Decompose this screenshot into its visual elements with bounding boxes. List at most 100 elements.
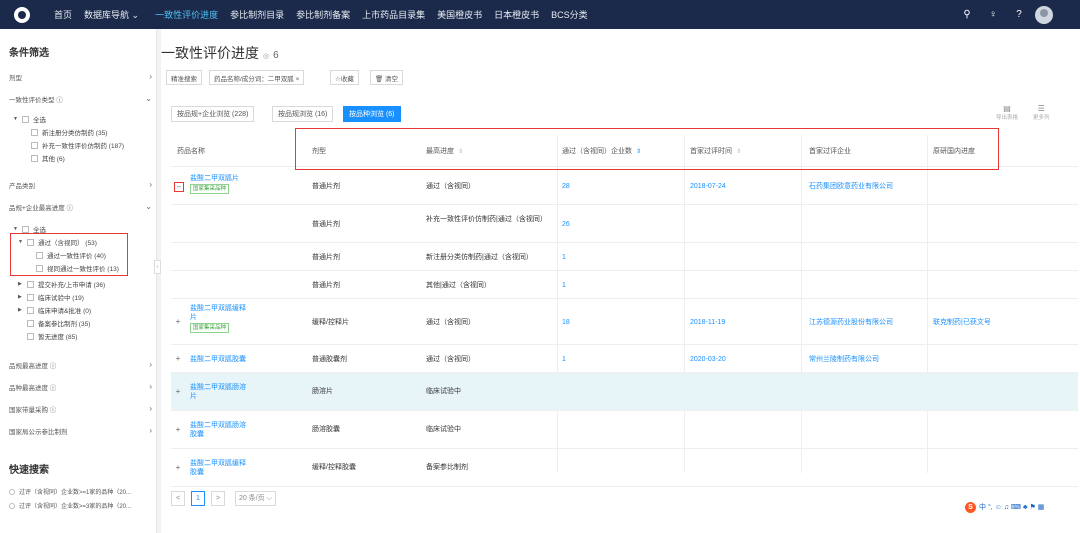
eval-item[interactable]: 其他 (6) (31, 153, 65, 163)
drug-name-link[interactable]: 盐酸二甲双胍胶囊 (190, 355, 246, 364)
nav-reference-catalog[interactable]: 参比制剂目录 (230, 8, 284, 21)
drug-name-link[interactable]: 盐酸二甲双胍肠溶胶囊 (190, 421, 252, 439)
expand-row-icon[interactable]: + (174, 317, 182, 326)
table-icon: ▤ (1003, 104, 1011, 113)
table-row[interactable]: + 盐酸二甲双胍胶囊 普通胶囊剂 通过（含视同） 1 2020-03-20 常州… (171, 345, 1078, 373)
filter-variety-progress[interactable]: 品种最高进度 ⓘ › (9, 382, 152, 392)
expand-row-icon[interactable]: + (174, 387, 182, 396)
expand-row-icon[interactable]: + (174, 354, 182, 363)
page-title: 一致性评价进度 ◎ 6 (161, 45, 279, 61)
quick-search-item[interactable]: 过评（含视同）企业数>=3家的品种（20... (9, 501, 131, 510)
page-size-select[interactable]: 20 条/页 ⌵ (235, 490, 276, 506)
ime-toolbar[interactable]: S 中 °, ☺ ♫ ⌨ ♣ ⚑ ▦ (963, 501, 1050, 513)
filter-procurement[interactable]: 国家带量采购 ⓘ › (9, 404, 152, 414)
expand-row-icon[interactable]: + (174, 425, 182, 434)
chevron-right-icon: › (149, 72, 152, 81)
drug-name-link[interactable]: 盐酸二甲双胍缓释胶囊 (190, 459, 252, 477)
triangle-down-icon: ▼ (13, 226, 18, 232)
passed-count-link[interactable]: 28 (562, 182, 570, 191)
filter-tag-drug-name[interactable]: 药品名称/成分词：二甲双胍 × (209, 70, 305, 85)
expand-row-icon[interactable]: + (174, 463, 182, 472)
highlight-box-columns (295, 128, 999, 170)
tab-spec-company[interactable]: 按品规+企业浏览 (228) (171, 106, 255, 122)
chevron-right-icon: › (149, 180, 152, 189)
collapse-row-icon[interactable]: – (174, 182, 184, 192)
precise-search-button[interactable]: 精准搜索 (166, 70, 202, 85)
table-row[interactable]: – 盐酸二甲双胍片 国家集采品种 普通片剂 通过（含视同） 28 2018-07-… (171, 167, 1078, 205)
quick-search-title: 快速搜索 (9, 465, 49, 476)
avatar[interactable] (1035, 5, 1053, 24)
more-columns-button[interactable]: ☰ 更多列 (1033, 104, 1050, 121)
procurement-badge: 国家集采品种 (190, 323, 230, 333)
favorite-button[interactable]: ☆收藏 (330, 70, 359, 85)
progress-item[interactable]: 暂无进度 (85) (27, 331, 77, 341)
nav-reference-filing[interactable]: 参比制剂备案 (296, 8, 350, 21)
table-row[interactable]: + 盐酸二甲双胍肠溶片 肠溶片 临床试验中 (171, 373, 1078, 411)
triangle-right-icon: ▶ (18, 281, 22, 287)
tab-spec[interactable]: 按品规浏览 (16) (272, 106, 334, 122)
chevron-right-icon: › (149, 382, 152, 391)
filter-publication[interactable]: 国家局公示参比制剂 › (9, 426, 152, 436)
table-row[interactable]: + 盐酸二甲双胍缓释胶囊 缓释/控释胶囊 备案参比制剂 (171, 449, 1078, 487)
table-row[interactable]: + 盐酸二甲双胍缓释片 国家集采品种 缓释/控释片 通过（含视同） 18 2018… (171, 299, 1078, 345)
progress-item[interactable]: ▶ 提交补充/上市申请 (36) (18, 279, 105, 289)
chevron-down-icon: ⌄ (145, 94, 152, 103)
filter-sidebar: 条件筛选 剂型 › 一致性评价类型 ⓘ ⌄ ▼ 全选 新注册分类仿制药 (35) 补充… (0, 29, 157, 533)
page-number-button[interactable]: 1 (191, 490, 205, 506)
nav-home[interactable]: 首页 (54, 8, 72, 21)
sidebar-title: 条件筛选 (9, 48, 49, 59)
drug-name-link[interactable]: 盐酸二甲双胍缓释片 国家集采品种 (190, 304, 252, 333)
info-icon: ◎ (263, 53, 270, 60)
triangle-down-icon: ▼ (13, 116, 18, 122)
drug-name-link[interactable]: 盐酸二甲双胍肠溶片 (190, 383, 252, 401)
table-row[interactable]: 普通片剂 补充一致性评价仿制药|通过（含视同） 26 (171, 205, 1078, 243)
nav-bcs[interactable]: BCS分类 (551, 8, 588, 21)
pagination: < 1 > 20 条/页 ⌵ (171, 490, 282, 506)
top-navbar: 首页 数据库导航 ⌄ 一致性评价进度 参比制剂目录 参比制剂备案 上市药品目录集… (0, 0, 1080, 29)
drug-name-link[interactable]: 盐酸二甲双胍片 国家集采品种 (190, 174, 280, 194)
eval-select-all[interactable]: ▼ 全选 (13, 114, 46, 124)
table-row[interactable]: 普通片剂 新注册分类仿制药|通过（含视同） 1 (171, 243, 1078, 271)
filter-spec-progress[interactable]: 品规最高进度 ⓘ › (9, 360, 152, 370)
filter-dosage[interactable]: 剂型 › (9, 72, 152, 82)
result-count: 6 (273, 50, 279, 61)
next-page-button[interactable]: > (211, 490, 225, 506)
nav-jp-orange-book[interactable]: 日本橙皮书 (494, 8, 539, 21)
triangle-right-icon: ▶ (18, 294, 22, 300)
help-icon[interactable]: ? (1013, 9, 1025, 20)
search-icon[interactable]: ⚲ (961, 9, 973, 20)
eval-item[interactable]: 补充一致性评价仿制药 (187) (31, 140, 124, 150)
logo-icon[interactable] (14, 6, 30, 23)
clear-button[interactable]: 🗑 清空 (370, 70, 404, 85)
nav-us-orange-book[interactable]: 美国橙皮书 (437, 8, 482, 21)
user-icon[interactable]: ♀ (987, 9, 999, 20)
eval-item[interactable]: 新注册分类仿制药 (35) (31, 127, 107, 137)
sidebar-collapse-handle[interactable]: ‹ (154, 260, 161, 274)
highlight-box-progress (10, 233, 128, 276)
progress-item[interactable]: ▶ 临床试验中 (19) (18, 292, 84, 302)
export-table-button[interactable]: ▤ 导出表格 (996, 104, 1018, 121)
progress-item[interactable]: ▶ 临床申请&批准 (0) (18, 305, 91, 315)
chevron-down-icon: ⌄ (145, 202, 152, 211)
list-icon: ☰ (1037, 104, 1045, 113)
triangle-right-icon: ▶ (18, 307, 22, 313)
sogou-logo-icon: S (965, 501, 976, 513)
chevron-right-icon: › (149, 404, 152, 413)
filter-progress[interactable]: 品规+企业最高进度 ⓘ ⌄ (9, 202, 152, 212)
procurement-badge: 国家集采品种 (190, 184, 230, 194)
nav-database[interactable]: 数据库导航 ⌄ (84, 8, 139, 21)
col-drug-name: 药品名称 (177, 148, 205, 155)
chevron-right-icon: › (149, 360, 152, 369)
filter-product-type[interactable]: 产品类别 › (9, 180, 152, 190)
tab-variety[interactable]: 按品种浏览 (6) (343, 106, 401, 122)
progress-item[interactable]: 备案参比制剂 (35) (27, 318, 90, 328)
table-row[interactable]: + 盐酸二甲双胍肠溶胶囊 肠溶胶囊 临床试验中 (171, 411, 1078, 449)
main-content: 一致性评价进度 ◎ 6 精准搜索 药品名称/成分词：二甲双胍 × ☆收藏 🗑 清空 … (161, 29, 1080, 533)
nav-listed-drugs[interactable]: 上市药品目录集 (362, 8, 425, 21)
chevron-right-icon: › (149, 426, 152, 435)
nav-consistency-eval[interactable]: 一致性评价进度 (155, 8, 218, 21)
filter-eval-type[interactable]: 一致性评价类型 ⓘ ⌄ (9, 94, 152, 104)
quick-search-item[interactable]: 过评（含视同）企业数>=1家的品种（20... (9, 487, 131, 496)
table-row[interactable]: 普通片剂 其他|通过（含视同） 1 (171, 271, 1078, 299)
prev-page-button[interactable]: < (171, 490, 185, 506)
